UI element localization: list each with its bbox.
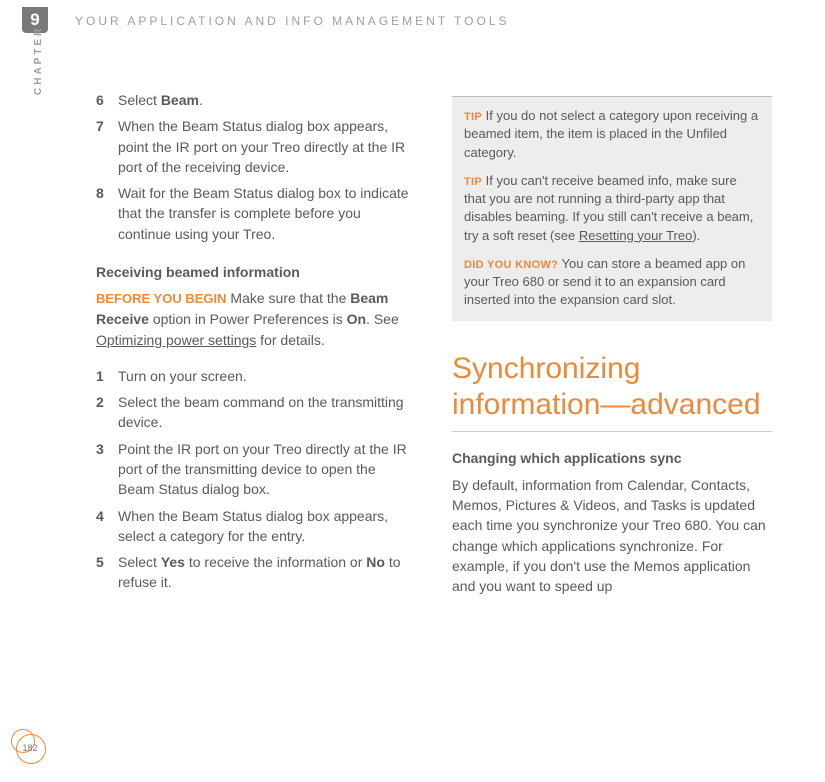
step-number: 1: [96, 366, 118, 386]
step-item: 3 Point the IR port on your Treo directl…: [96, 439, 416, 500]
step-body: Select Beam.: [118, 90, 416, 110]
right-column: TIP If you do not select a category upon…: [452, 96, 772, 597]
text: Make sure that the: [227, 290, 351, 306]
step-item: 8 Wait for the Beam Status dialog box to…: [96, 183, 416, 244]
link-resetting-treo[interactable]: Resetting your Treo: [579, 228, 692, 243]
step-item: 5 Select Yes to receive the information …: [96, 552, 416, 593]
step-body: Wait for the Beam Status dialog box to i…: [118, 183, 416, 244]
text: for details.: [256, 332, 324, 348]
body-paragraph: By default, information from Calendar, C…: [452, 475, 772, 597]
text: to receive the information or: [185, 554, 366, 570]
steps-list-a: 6 Select Beam. 7 When the Beam Status di…: [96, 90, 416, 244]
step-number: 4: [96, 506, 118, 547]
bold-text: On: [347, 311, 366, 327]
text: .: [199, 92, 203, 108]
step-number: 6: [96, 90, 118, 110]
divider: [452, 431, 772, 432]
tip-label: TIP: [464, 111, 482, 123]
step-number: 7: [96, 116, 118, 177]
page: 9 CHAPTER YOUR APPLICATION AND INFO MANA…: [0, 0, 825, 782]
step-body: Turn on your screen.: [118, 366, 416, 386]
step-number: 2: [96, 392, 118, 433]
step-body: Select Yes to receive the information or…: [118, 552, 416, 593]
section-title: YOUR APPLICATION AND INFO MANAGEMENT TOO…: [75, 14, 510, 28]
tip-paragraph: TIP If you do not select a category upon…: [464, 107, 760, 162]
text: option in Power Preferences is: [149, 311, 347, 327]
bold-text: Yes: [161, 554, 185, 570]
page-number: 182: [14, 732, 46, 764]
step-item: 6 Select Beam.: [96, 90, 416, 110]
step-body: When the Beam Status dialog box appears,…: [118, 506, 416, 547]
text: Select: [118, 92, 161, 108]
tip-text: If you do not select a category upon rec…: [464, 108, 758, 160]
link-optimizing-power[interactable]: Optimizing power settings: [96, 332, 256, 348]
left-column: 6 Select Beam. 7 When the Beam Status di…: [96, 90, 416, 611]
did-you-know-paragraph: DID YOU KNOW? You can store a beamed app…: [464, 255, 760, 310]
step-item: 1 Turn on your screen.: [96, 366, 416, 386]
page-number-ornament: 182: [14, 732, 46, 764]
text: Select: [118, 554, 161, 570]
step-item: 2 Select the beam command on the transmi…: [96, 392, 416, 433]
step-item: 7 When the Beam Status dialog box appear…: [96, 116, 416, 177]
tip-paragraph: TIP If you can't receive beamed info, ma…: [464, 172, 760, 245]
sub-heading: Changing which applications sync: [452, 448, 772, 468]
before-label: BEFORE YOU BEGIN: [96, 291, 227, 306]
steps-list-b: 1 Turn on your screen. 2 Select the beam…: [96, 366, 416, 593]
main-heading: Synchronizing information—advanced: [452, 351, 772, 423]
bold-text: No: [366, 554, 385, 570]
step-body: Select the beam command on the transmitt…: [118, 392, 416, 433]
step-body: Point the IR port on your Treo directly …: [118, 439, 416, 500]
dyk-label: DID YOU KNOW?: [464, 259, 558, 271]
tip-label: TIP: [464, 176, 482, 188]
text: . See: [366, 311, 399, 327]
tip-text: ).: [692, 228, 700, 243]
step-number: 3: [96, 439, 118, 500]
chapter-label-vertical: CHAPTER: [33, 26, 44, 95]
step-item: 4 When the Beam Status dialog box appear…: [96, 506, 416, 547]
tips-box: TIP If you do not select a category upon…: [452, 96, 772, 321]
sub-heading: Receiving beamed information: [96, 262, 416, 282]
step-number: 8: [96, 183, 118, 244]
before-you-begin-para: BEFORE YOU BEGIN Make sure that the Beam…: [96, 288, 416, 349]
step-body: When the Beam Status dialog box appears,…: [118, 116, 416, 177]
bold-text: Beam: [161, 92, 199, 108]
step-number: 5: [96, 552, 118, 593]
